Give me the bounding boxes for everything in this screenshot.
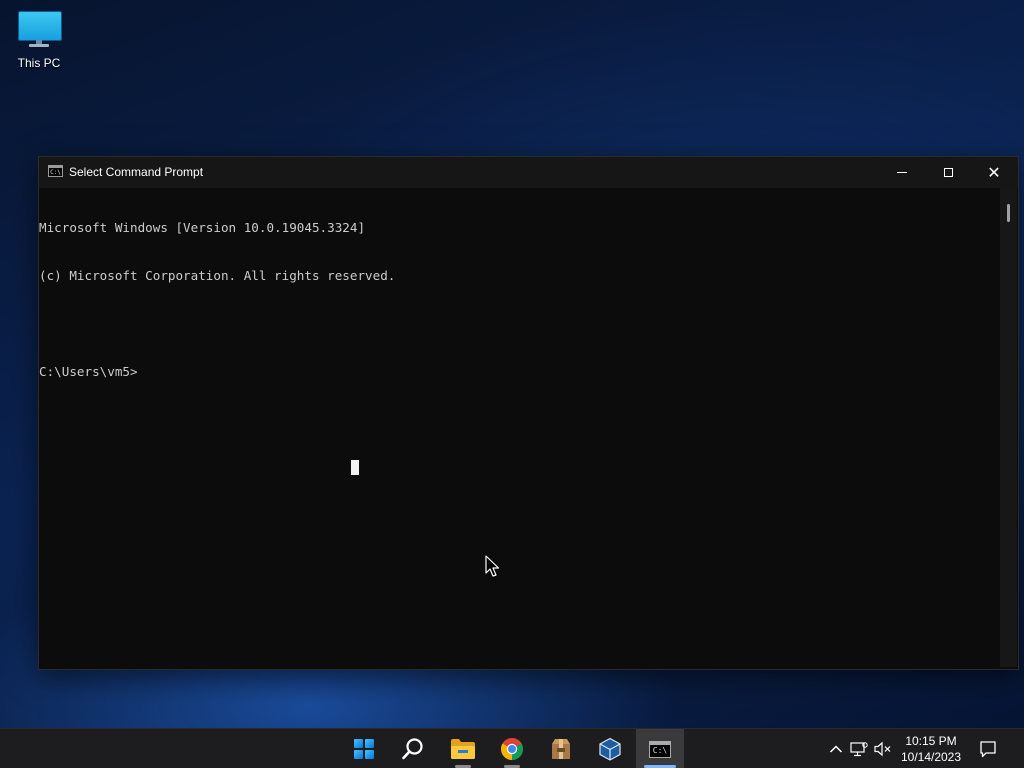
scrollbar-thumb[interactable]	[1007, 204, 1010, 222]
cmd-icon: C:\	[48, 165, 63, 177]
console-line: Microsoft Windows [Version 10.0.19045.33…	[39, 220, 366, 235]
maximize-button[interactable]	[925, 157, 971, 188]
cmd-icon: C:\	[649, 740, 671, 758]
search-button[interactable]	[389, 729, 437, 768]
notification-center-button[interactable]	[976, 729, 1000, 768]
taskbar-command-prompt[interactable]: C:\	[636, 729, 684, 768]
notification-icon	[980, 741, 996, 758]
minimize-button[interactable]	[879, 157, 925, 188]
cube-icon	[599, 737, 621, 761]
desktop-icon-this-pc[interactable]: This PC	[8, 8, 70, 78]
clock-date: 10/14/2023	[900, 750, 962, 764]
this-pc-icon	[17, 8, 62, 48]
folder-icon	[451, 739, 475, 759]
taskbar-package-app[interactable]	[537, 729, 585, 768]
taskbar-chrome[interactable]	[488, 729, 536, 768]
volume-button[interactable]	[872, 729, 894, 768]
volume-muted-icon	[874, 741, 891, 757]
start-button[interactable]	[340, 729, 388, 768]
network-icon	[850, 742, 868, 757]
taskbar-file-explorer[interactable]	[439, 729, 487, 768]
search-icon	[402, 738, 423, 760]
console-prompt: C:\Users\vm5>	[39, 364, 138, 379]
show-hidden-icons-button[interactable]	[826, 729, 846, 768]
minimize-icon	[897, 172, 907, 173]
close-icon: ✕	[987, 162, 1001, 182]
network-button[interactable]	[848, 729, 870, 768]
console-output[interactable]: Microsoft Windows [Version 10.0.19045.33…	[39, 188, 1000, 667]
taskbar: C:\ 10:15 PM 10/14/2023	[0, 728, 1024, 768]
command-prompt-window[interactable]: C:\ Select Command Prompt ✕ Microsoft Wi…	[38, 156, 1019, 670]
desktop-icon-label: This PC	[17, 56, 61, 70]
chevron-up-icon	[829, 745, 843, 753]
windows-start-icon	[354, 739, 374, 759]
clock-time: 10:15 PM	[905, 734, 957, 748]
package-icon	[552, 739, 570, 759]
window-title: Select Command Prompt	[69, 165, 204, 179]
maximize-icon	[943, 168, 953, 177]
console-line: (c) Microsoft Corporation. All rights re…	[39, 268, 396, 283]
text-cursor	[351, 460, 359, 475]
taskbar-virtualbox[interactable]	[586, 729, 634, 768]
taskbar-clock[interactable]: 10:15 PM 10/14/2023	[892, 733, 970, 765]
mouse-pointer-icon	[485, 555, 500, 577]
window-titlebar[interactable]: C:\ Select Command Prompt ✕	[39, 157, 1018, 188]
close-button[interactable]: ✕	[971, 157, 1017, 188]
chrome-icon	[501, 738, 523, 760]
vertical-scrollbar[interactable]	[1000, 188, 1017, 667]
